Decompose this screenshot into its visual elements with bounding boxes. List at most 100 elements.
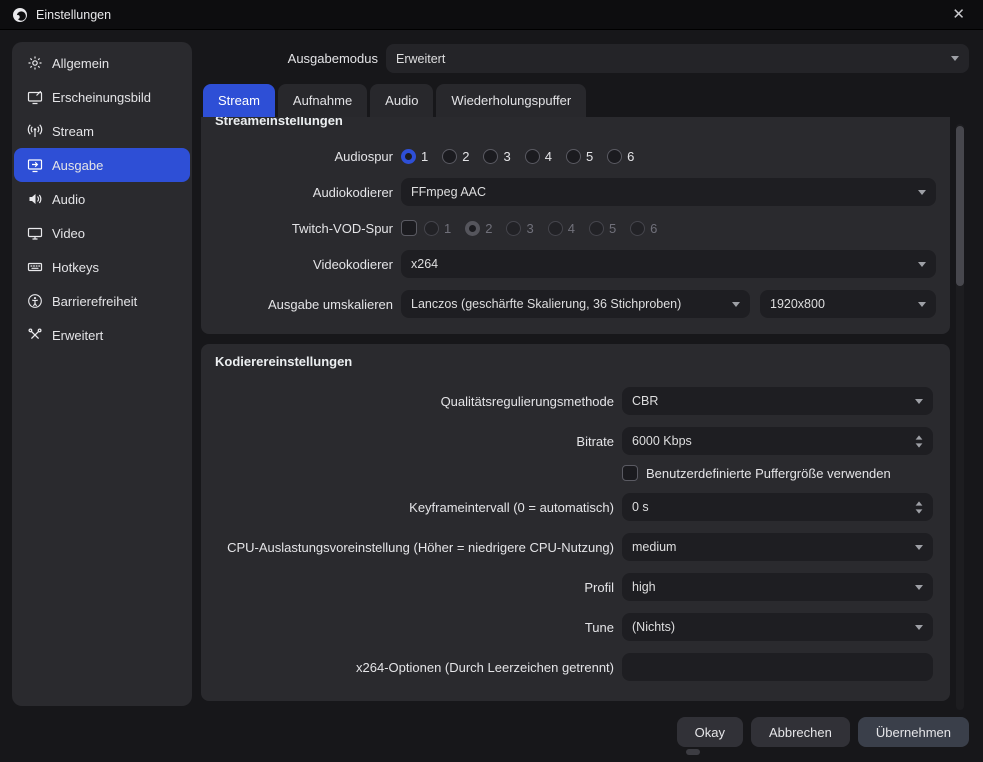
vertical-scrollbar[interactable] [956,124,964,710]
sidebar-item-hotkeys[interactable]: Hotkeys [14,250,190,284]
output-mode-row: Ausgabemodus Erweitert [204,44,969,73]
audio-encoder-value: FFmpeg AAC [411,185,487,199]
chevron-down-icon [915,584,923,590]
vertical-scrollbar-thumb[interactable] [956,126,964,286]
sidebar-item-label: Audio [52,191,86,207]
cpu-preset-label: CPU-Auslastungsvoreinstellung (Höher = n… [227,539,614,555]
video-encoder-dropdown[interactable]: x264 [401,250,936,278]
close-icon[interactable]: ✕ [946,5,971,24]
sidebar-item-erweitert[interactable]: Erweitert [14,318,190,352]
radio-label: 3 [526,220,534,236]
tune-dropdown[interactable]: (Nichts) [622,613,933,641]
cpu-preset-row: CPU-Auslastungsvoreinstellung (Höher = n… [201,533,950,561]
audio-track-radio-1[interactable] [401,148,416,164]
profile-label: Profil [584,579,614,595]
chevron-down-icon [918,301,926,307]
bitrate-row: Bitrate 6000 Kbps [201,427,950,455]
chevron-up-icon [915,434,923,440]
sidebar-item-allgemein[interactable]: Allgemein [14,46,190,80]
bitrate-spinner[interactable]: 6000 Kbps [622,427,933,455]
custom-buffer-checkbox[interactable] [622,465,638,481]
chevron-down-icon [918,189,926,195]
audio-track-radio-5[interactable] [565,148,581,164]
chevron-up-icon [915,500,923,506]
audio-track-radio-6[interactable] [607,148,623,164]
keyframe-interval-value: 0 s [632,500,649,514]
sidebar-item-label: Erscheinungsbild [52,89,152,105]
cpu-preset-dropdown[interactable]: medium [622,533,933,561]
audio-track-row: Audiospur 1 2 3 4 5 6 [201,146,950,166]
output-icon [27,159,43,173]
rescale-label: Ausgabe umskalieren [267,296,393,312]
custom-buffer-label: Benutzerdefinierte Puffergröße verwenden [646,465,891,481]
audio-encoder-label: Audiokodierer [312,184,393,200]
rescale-row: Ausgabe umskalieren Lanczos (geschärfte … [201,290,950,318]
ok-button[interactable]: Okay [676,717,743,747]
audio-track-radio-2[interactable] [442,148,458,164]
profile-value: high [632,580,656,594]
broadcast-icon [27,124,43,137]
sidebar-item-ausgabe[interactable]: Ausgabe [14,148,190,182]
cancel-button[interactable]: Abbrechen [750,717,850,747]
horizontal-scrollbar-thumb[interactable] [686,749,700,755]
profile-dropdown[interactable]: high [622,573,933,601]
rescale-resolution-dropdown[interactable]: 1920x800 [760,290,936,318]
audio-encoder-row: Audiokodierer FFmpeg AAC [201,178,950,206]
keyframe-interval-spinner[interactable]: 0 s [622,493,933,521]
radio-label: 2 [462,148,470,164]
custom-buffer-row: Benutzerdefinierte Puffergröße verwenden [201,463,950,483]
sidebar-item-stream[interactable]: Stream [14,114,190,148]
output-tabs: Stream Aufnahme Audio Wiederholungspuffe… [203,84,587,117]
rate-control-dropdown[interactable]: CBR [622,387,933,415]
twitch-vod-radio-3[interactable] [506,220,522,236]
video-encoder-row: Videokodierer x264 [201,250,950,278]
tab-stream[interactable]: Stream [203,84,275,117]
twitch-vod-radio-4[interactable] [547,220,563,236]
keyboard-icon [27,262,43,272]
chevron-down-icon [918,261,926,267]
sidebar-item-erscheinungsbild[interactable]: Erscheinungsbild [14,80,190,114]
keyframe-interval-row: Keyframeintervall (0 = automatisch) 0 s [201,493,950,521]
spinner-arrows[interactable] [915,434,923,448]
twitch-vod-radio-2[interactable] [465,220,481,236]
sidebar-item-barrierefreiheit[interactable]: Barrierefreiheit [14,284,190,318]
twitch-vod-radio-1[interactable] [424,220,439,236]
twitch-vod-checkbox[interactable] [401,220,417,236]
radio-label: 6 [650,220,658,236]
bitrate-label: Bitrate [576,433,614,449]
audio-track-radio-3[interactable] [483,148,499,164]
x264-options-input[interactable] [622,653,933,681]
chevron-down-icon [915,442,923,448]
audio-track-radios: 1 2 3 4 5 6 [401,148,648,164]
twitch-vod-radios: 1 2 3 4 5 6 [424,220,671,236]
radio-label: 5 [608,220,617,236]
tab-wiederholungspuffer[interactable]: Wiederholungspuffer [436,84,587,117]
audio-encoder-dropdown[interactable]: FFmpeg AAC [401,178,936,206]
rescale-filter-dropdown[interactable]: Lanczos (geschärfte Skalierung, 36 Stich… [401,290,750,318]
audio-track-radio-4[interactable] [524,148,540,164]
chevron-down-icon [915,508,923,514]
radio-label: 2 [485,220,493,236]
obs-logo-icon [12,7,28,23]
sidebar-item-label: Erweitert [52,327,104,343]
tab-aufnahme[interactable]: Aufnahme [277,84,368,117]
sidebar-item-video[interactable]: Video [14,216,190,250]
twitch-vod-radio-5[interactable] [588,220,604,236]
spinner-arrows[interactable] [915,500,923,514]
tab-audio[interactable]: Audio [370,84,434,117]
titlebar: Einstellungen ✕ [0,0,983,30]
tune-row: Tune (Nichts) [201,613,950,641]
output-mode-dropdown[interactable]: Erweitert [386,44,969,73]
sidebar-item-audio[interactable]: Audio [14,182,190,216]
twitch-vod-radio-6[interactable] [630,220,646,236]
rate-control-label: Qualitätsregulierungsmethode [440,393,614,409]
radio-label: 3 [503,148,511,164]
gear-icon [28,56,42,70]
sidebar-item-label: Barrierefreiheit [52,293,138,309]
settings-sidebar: Allgemein Erscheinungsbild Stream Ausgab… [12,42,192,706]
video-encoder-label: Videokodierer [313,256,393,272]
rescale-filter-value: Lanczos (geschärfte Skalierung, 36 Stich… [411,297,682,311]
apply-button[interactable]: Übernehmen [857,717,969,747]
radio-label: 6 [627,148,635,164]
profile-row: Profil high [201,573,950,601]
